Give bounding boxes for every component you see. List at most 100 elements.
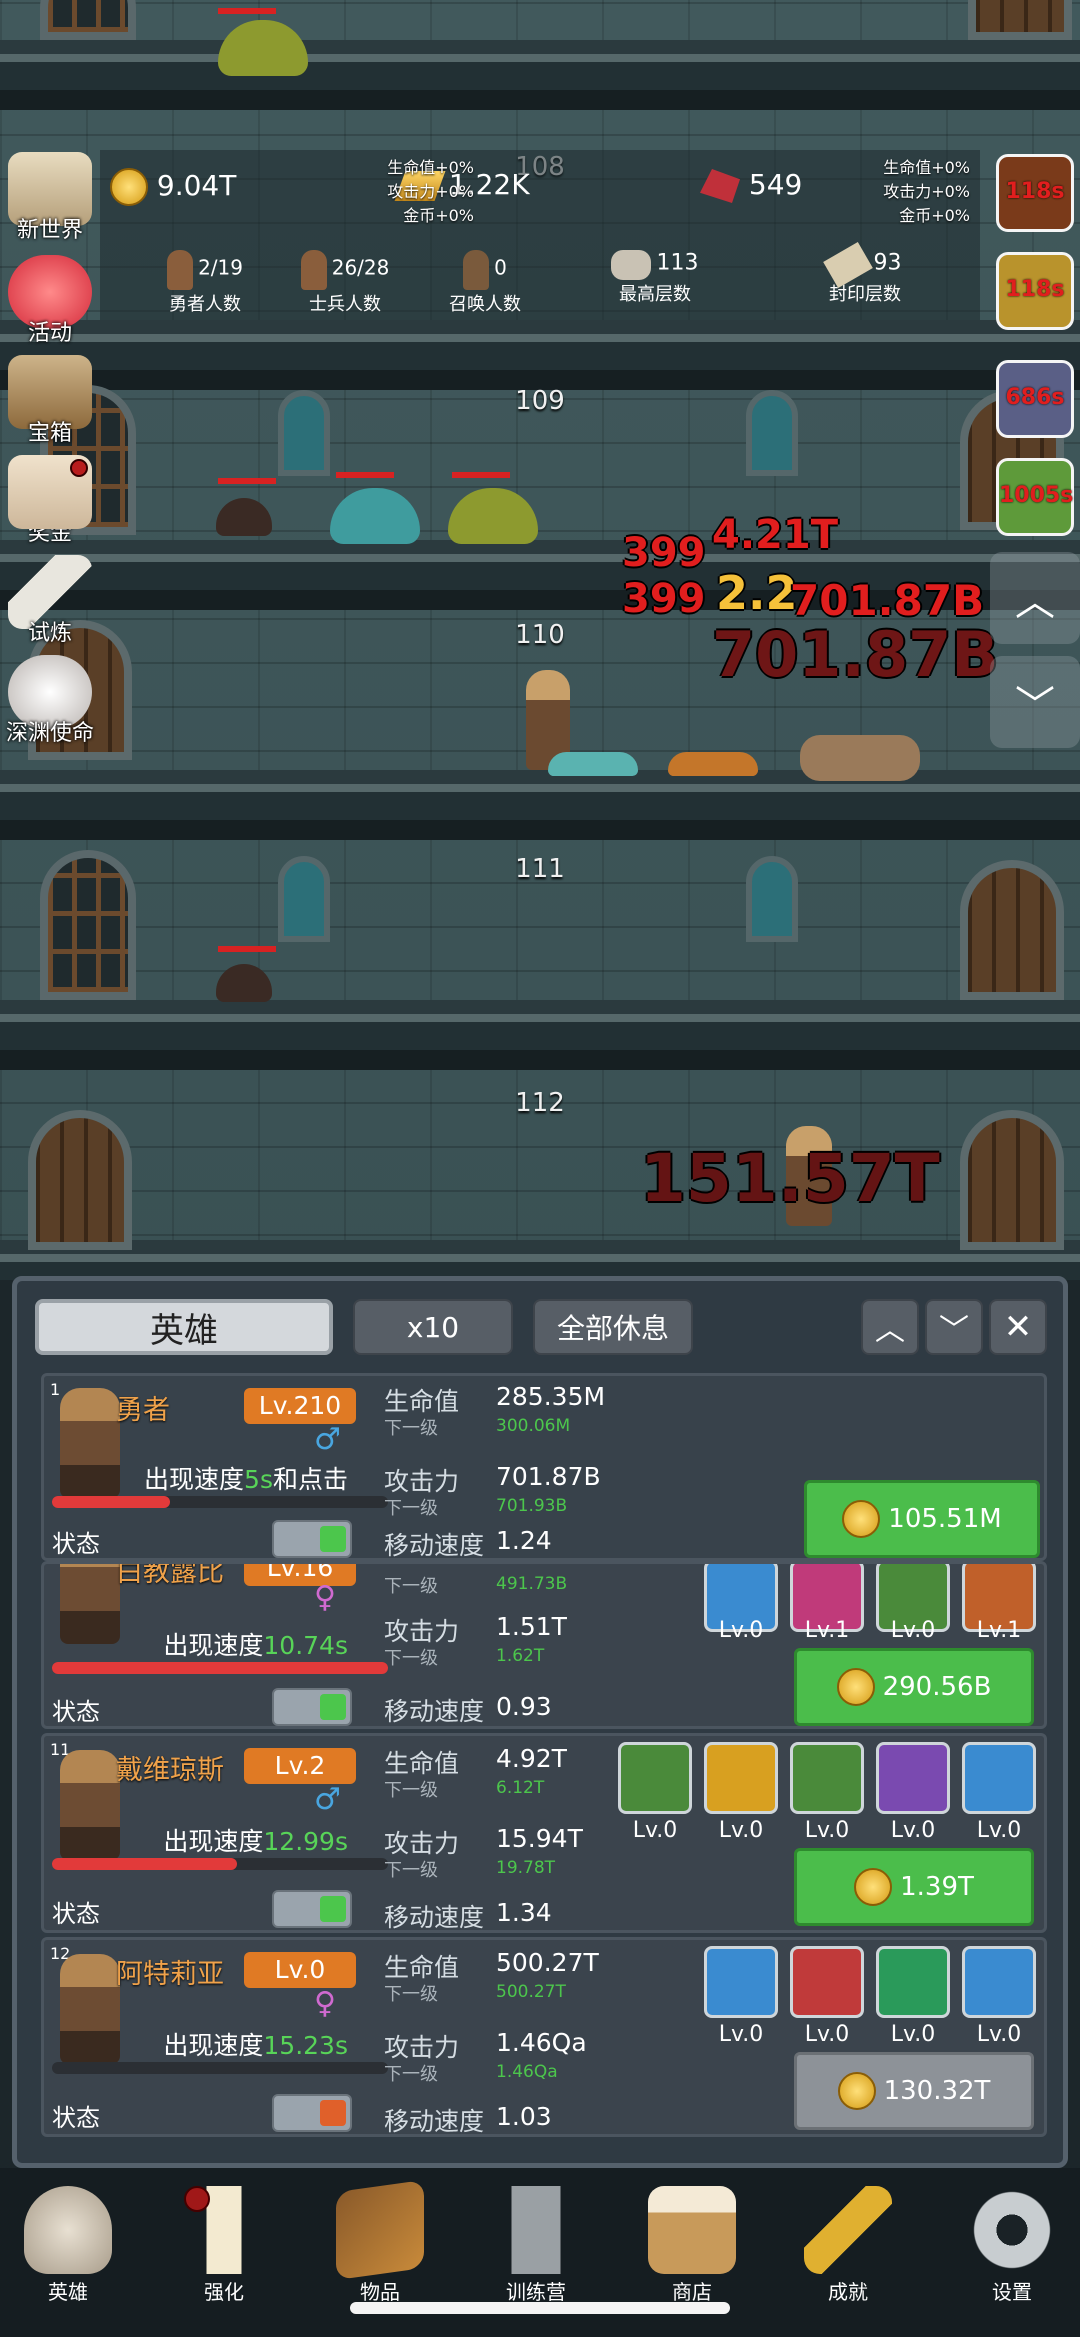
menu-event[interactable]: 活动 bbox=[0, 255, 100, 347]
status-toggle[interactable] bbox=[272, 1890, 352, 1928]
skill-level: Lv.0 bbox=[804, 2022, 850, 2047]
timer-buff-1[interactable]: 118s bbox=[996, 154, 1074, 232]
candle-icon bbox=[180, 2186, 268, 2274]
collapse-down-button[interactable]: ﹀ bbox=[925, 1299, 983, 1355]
scroll-up-button[interactable]: ︿ bbox=[990, 552, 1080, 644]
hero-card-1[interactable]: 1 勇者 Lv.210 ♂ 出现速度5s和点击 状态 生命值 285.35M 下… bbox=[41, 1373, 1047, 1561]
skull-icon bbox=[24, 2186, 112, 2274]
nav-label: 设置 bbox=[992, 2280, 1032, 2304]
timer-buff-3[interactable]: 686s bbox=[996, 360, 1074, 438]
summon-count: 0 召唤人数 bbox=[400, 250, 570, 316]
hero-card-12[interactable]: 12 阿特莉亚 Lv.0 ♀ 出现速度15.23s 状态 生命值 500.27T… bbox=[41, 1937, 1047, 2137]
buff-hp: 生命值+0% bbox=[883, 158, 970, 177]
gem-amount: 549 bbox=[748, 168, 803, 201]
hero-count-value: 2/19 bbox=[198, 255, 243, 280]
seal-floor-label: 封印层数 bbox=[829, 284, 901, 305]
rest-all-button[interactable]: 全部休息 bbox=[533, 1299, 693, 1355]
gold-amount: 9.04T bbox=[156, 169, 237, 202]
hero-panel: 英雄 x10 全部休息 ︿ ﹀ ✕ 1 勇者 Lv.210 ♂ 出现速度5s和点… bbox=[12, 1276, 1068, 2168]
timer-buff-2[interactable]: 118s bbox=[996, 252, 1074, 330]
skill-shards-icon[interactable] bbox=[876, 1946, 950, 2018]
hero-level-badge: Lv.16 bbox=[244, 1564, 356, 1586]
atk-label: 攻击力 bbox=[384, 2033, 460, 2062]
menu-abyss-mission[interactable]: 深渊使命 bbox=[0, 655, 100, 747]
floor-divider bbox=[0, 1000, 1080, 1070]
upgrade-cost: 130.32T bbox=[883, 2076, 991, 2106]
upgrade-button[interactable]: 130.32T bbox=[794, 2052, 1034, 2130]
nav-label: 商店 bbox=[672, 2280, 712, 2304]
tab-heroes[interactable]: 英雄 bbox=[35, 1299, 333, 1355]
chevron-up-icon: ︿ bbox=[875, 1313, 905, 1348]
status-toggle[interactable] bbox=[272, 1688, 352, 1726]
scroll-down-button[interactable]: ﹀ bbox=[990, 656, 1080, 748]
gender-icon: ♀ bbox=[314, 1986, 336, 2021]
letter-icon bbox=[8, 455, 92, 529]
nav-upgrade[interactable]: 强化 bbox=[164, 2186, 284, 2305]
skill-dagger-icon[interactable] bbox=[704, 1742, 778, 1814]
hero-card-11[interactable]: 11 戴维琼斯 Lv.2 ♂ 出现速度12.99s 状态 生命值 4.92T 下… bbox=[41, 1733, 1047, 1933]
skill-claw-icon[interactable] bbox=[876, 1742, 950, 1814]
next-label: 下一级 bbox=[384, 1860, 438, 1881]
coin-icon bbox=[836, 1668, 875, 1706]
hero-name: 白教露比 bbox=[116, 1561, 224, 1588]
damage-text: 399 bbox=[622, 576, 706, 622]
skill-level: Lv.0 bbox=[976, 2022, 1022, 2047]
menu-new-world[interactable]: 新世界 bbox=[0, 152, 100, 244]
skill-boots-icon[interactable] bbox=[790, 1742, 864, 1814]
status-label: 状态 bbox=[52, 1530, 100, 1558]
timer-buff-4[interactable]: 1005s bbox=[996, 458, 1074, 536]
status-label: 状态 bbox=[52, 1900, 100, 1928]
upgrade-button[interactable]: 105.51M bbox=[804, 1480, 1040, 1558]
skill-armor-icon[interactable] bbox=[704, 1946, 778, 2018]
skill-heart-heal-icon[interactable] bbox=[962, 1946, 1036, 2018]
nav-label: 成就 bbox=[828, 2280, 868, 2304]
floor-divider bbox=[0, 40, 1080, 110]
enemy-hp-bar bbox=[452, 472, 510, 478]
next-label: 下一级 bbox=[384, 1576, 438, 1597]
timer-text: 1005s bbox=[999, 483, 1074, 508]
hp-fill bbox=[52, 1496, 170, 1508]
door bbox=[968, 0, 1072, 40]
menu-bonus[interactable]: 奖金 bbox=[0, 455, 100, 547]
menu-label: 试炼 bbox=[27, 621, 72, 646]
menu-chest[interactable]: 宝箱 bbox=[0, 355, 100, 447]
hero-name: 阿特莉亚 bbox=[116, 1959, 224, 1990]
skill-fist-icon[interactable] bbox=[962, 1742, 1036, 1814]
x10-button[interactable]: x10 bbox=[353, 1299, 513, 1355]
upgrade-button[interactable]: 1.39T bbox=[794, 1848, 1034, 1926]
status-toggle[interactable] bbox=[272, 1520, 352, 1558]
hero-name: 勇者 bbox=[116, 1395, 170, 1426]
nav-heroes[interactable]: 英雄 bbox=[8, 2186, 128, 2305]
skill-shield-icon[interactable] bbox=[618, 1742, 692, 1814]
hero-icon bbox=[166, 250, 193, 290]
hero-level-badge: Lv.210 bbox=[244, 1388, 356, 1424]
hp-value: 500.27T bbox=[496, 1948, 599, 1977]
buff-atk: 攻击力+0% bbox=[387, 182, 474, 201]
collapse-up-button[interactable]: ︿ bbox=[861, 1299, 919, 1355]
atk-value: 1.46Qa bbox=[496, 2028, 587, 2057]
status-toggle[interactable] bbox=[272, 2094, 352, 2132]
spawn-speed: 出现速度5s和点击 bbox=[44, 1460, 348, 1496]
skill-level: Lv.0 bbox=[804, 1818, 850, 1843]
nav-shop[interactable]: 商店 bbox=[632, 2186, 752, 2305]
menu-trial[interactable]: 试炼 bbox=[0, 555, 100, 647]
next-label: 下一级 bbox=[384, 1984, 438, 2005]
window bbox=[278, 856, 330, 942]
spider-enemy bbox=[216, 498, 272, 536]
atk-label: 攻击力 bbox=[384, 1467, 460, 1496]
skill-level: Lv.0 bbox=[976, 1818, 1022, 1843]
skill-sword-icon[interactable] bbox=[790, 1946, 864, 2018]
nav-achievements[interactable]: 成就 bbox=[788, 2186, 908, 2305]
menu-label: 宝箱 bbox=[27, 421, 72, 446]
home-indicator[interactable] bbox=[350, 2302, 730, 2314]
nav-items[interactable]: 物品 bbox=[320, 2179, 440, 2305]
speed-label: 出现速度 bbox=[144, 1465, 245, 1494]
nav-training[interactable]: 训练营 bbox=[476, 2186, 596, 2305]
enemy-hp-bar bbox=[218, 8, 276, 14]
hero-card-2[interactable]: 白教露比 Lv.16 ♀ 出现速度10.74s 状态 下一级 491.73B 攻… bbox=[41, 1561, 1047, 1729]
upgrade-button[interactable]: 290.56B bbox=[794, 1648, 1034, 1726]
hero-hp-bar bbox=[52, 1496, 388, 1508]
close-button[interactable]: ✕ bbox=[989, 1299, 1047, 1355]
nav-settings[interactable]: 设置 bbox=[952, 2186, 1072, 2305]
gender-icon: ♀ bbox=[314, 1580, 336, 1615]
